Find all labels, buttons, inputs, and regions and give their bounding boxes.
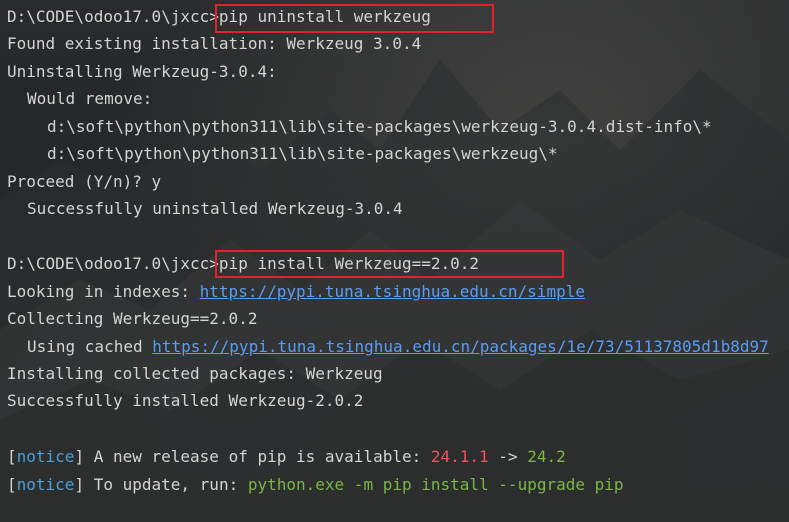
upgrade-command: python.exe -m pip install --upgrade pip xyxy=(247,475,624,494)
highlight-box-uninstall xyxy=(215,4,494,33)
package-url-link[interactable]: https://pypi.tuna.tsinghua.edu.cn/packag… xyxy=(152,337,769,356)
terminal-line: Looking in indexes: https://pypi.tuna.ts… xyxy=(7,281,585,303)
terminal-line: Collecting Werkzeug==2.0.2 xyxy=(7,309,258,328)
terminal-line: d:\soft\python\python311\lib\site-packag… xyxy=(47,144,558,163)
notice-tag: notice xyxy=(16,475,75,494)
bracket: [ xyxy=(7,475,17,494)
notice-tag: notice xyxy=(16,447,75,466)
terminal-line: [notice] To update, run: python.exe -m p… xyxy=(7,474,624,496)
terminal-window[interactable]: D:\CODE\odoo17.0\jxcc>pip uninstall werk… xyxy=(0,0,789,522)
prompt: D:\CODE\odoo17.0\jxcc> xyxy=(7,254,219,273)
notice-message: To update, run: xyxy=(84,475,248,494)
terminal-line: Uninstalling Werkzeug-3.0.4: xyxy=(7,62,277,81)
terminal-line: Successfully uninstalled Werkzeug-3.0.4 xyxy=(27,199,403,218)
terminal-line: [notice] A new release of pip is availab… xyxy=(7,446,566,468)
terminal-line: Proceed (Y/n)? y xyxy=(7,172,162,191)
bracket: [ xyxy=(7,447,17,466)
arrow: -> xyxy=(488,447,528,466)
terminal-line: Installing collected packages: Werkzeug xyxy=(7,364,383,383)
index-url-link[interactable]: https://pypi.tuna.tsinghua.edu.cn/simple xyxy=(200,282,585,301)
label: Using cached xyxy=(27,337,153,356)
label: Looking in indexes: xyxy=(7,282,200,301)
bracket: ] xyxy=(74,475,85,494)
notice-message: A new release of pip is available: xyxy=(84,447,431,466)
highlight-box-install xyxy=(215,250,564,278)
terminal-line: Found existing installation: Werkzeug 3.… xyxy=(7,34,422,53)
bracket: ] xyxy=(74,447,85,466)
terminal-line: Using cached https://pypi.tuna.tsinghua.… xyxy=(27,336,769,358)
old-version: 24.1.1 xyxy=(430,447,489,466)
terminal-line: Would remove: xyxy=(27,89,153,108)
terminal-line: Successfully installed Werkzeug-2.0.2 xyxy=(7,391,364,410)
prompt: D:\CODE\odoo17.0\jxcc> xyxy=(7,7,219,26)
terminal-line: d:\soft\python\python311\lib\site-packag… xyxy=(47,117,712,136)
new-version: 24.2 xyxy=(527,447,566,466)
